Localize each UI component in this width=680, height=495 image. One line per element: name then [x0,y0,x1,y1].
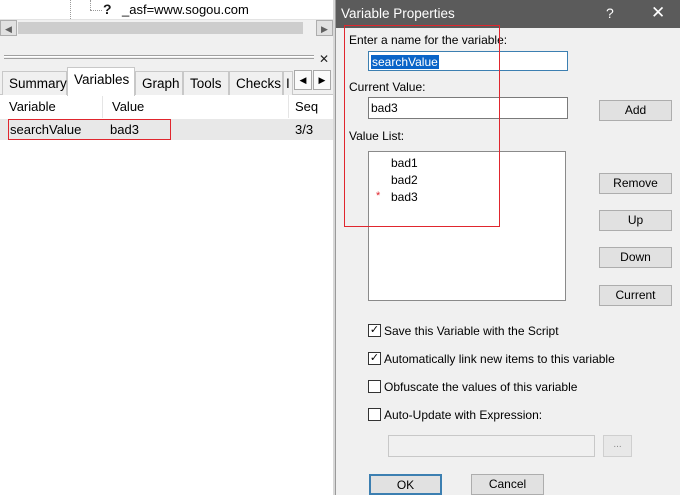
horizontal-scrollbar[interactable]: ◀ ▶ [0,19,333,36]
obfuscate-checkbox[interactable] [368,380,381,393]
tab-tools[interactable]: Tools [183,71,229,95]
variable-properties-dialog: Variable Properties ? ✕ Enter a name for… [335,0,680,495]
tab-variables[interactable]: Variables [67,67,135,96]
dialog-titlebar[interactable]: Variable Properties ? ✕ [336,0,680,28]
save-variable-label: Save this Variable with the Script [384,324,559,338]
column-header-value[interactable]: Value [103,95,289,118]
cancel-button[interactable]: Cancel [471,474,544,495]
column-header-seq[interactable]: Seq [289,95,333,118]
tab-checks[interactable]: Checks [229,71,283,95]
down-button[interactable]: Down [599,247,672,268]
tab-graph[interactable]: Graph [135,71,183,95]
table-header: Variable Value Seq [0,95,333,118]
variables-table: Variable Value Seq searchValue bad3 3/3 [0,95,333,495]
tree-guide-line [90,0,91,10]
tab-bar: Summary Variables Graph Tools Checks I ◀… [0,64,333,96]
tree-guide-line [90,10,102,11]
column-header-variable[interactable]: Variable [0,95,103,118]
auto-link-label: Automatically link new items to this var… [384,352,615,366]
add-button[interactable]: Add [599,100,672,121]
splitter-grip [4,58,314,59]
auto-link-checkbox[interactable]: ✓ [368,352,381,365]
pane-splitter[interactable]: ✕ [0,36,333,66]
tree-node-label[interactable]: _asf=www.sogou.com [122,2,249,17]
tab-summary[interactable]: Summary [2,71,67,95]
browse-button: ... [603,435,632,457]
obfuscate-label: Obfuscate the values of this variable [384,380,578,394]
scroll-right-icon[interactable]: ▶ [316,20,333,36]
tab-partial[interactable]: I [283,71,293,95]
scrollbar-thumb[interactable] [18,22,303,34]
dialog-title: Variable Properties [341,6,455,21]
auto-update-label: Auto-Update with Expression: [384,408,543,422]
scroll-left-icon[interactable]: ◀ [0,20,17,36]
remove-button[interactable]: Remove [599,173,672,194]
close-icon[interactable]: ✕ [651,3,665,23]
save-variable-checkbox[interactable]: ✓ [368,324,381,337]
splitter-grip [4,55,314,57]
annotation-highlight-box [8,119,171,140]
tab-scroll-left-icon[interactable]: ◀ [294,70,312,90]
ok-button[interactable]: OK [369,474,442,495]
help-icon[interactable]: ? [606,5,614,21]
current-button[interactable]: Current [599,285,672,306]
up-button[interactable]: Up [599,210,672,231]
annotation-highlight-box [344,25,500,227]
auto-update-checkbox[interactable] [368,408,381,421]
expression-input [388,435,595,457]
question-icon: ? [103,1,112,17]
cell-seq: 3/3 [295,122,314,137]
tree-guide-line [70,0,71,19]
tab-scroll-right-icon[interactable]: ▶ [313,70,331,90]
left-pane: ? _asf=www.sogou.com ◀ ▶ ✕ Summary Varia… [0,0,333,495]
